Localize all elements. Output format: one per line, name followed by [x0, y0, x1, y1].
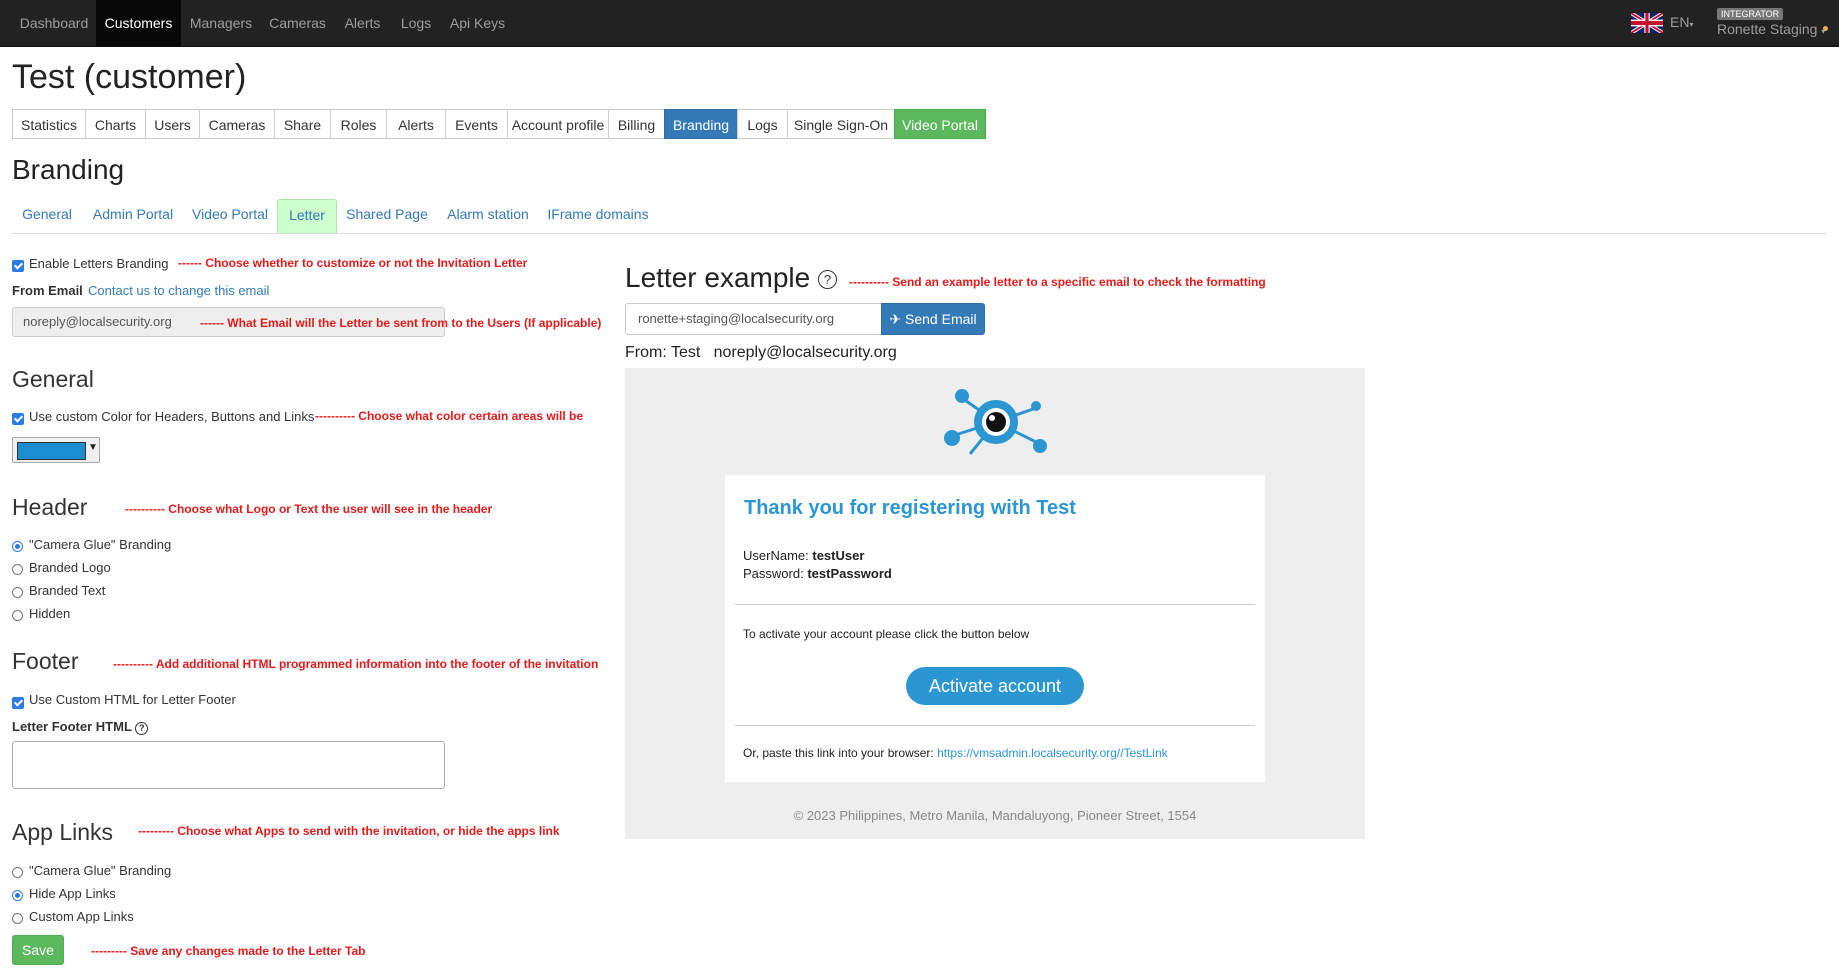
- subtab-shared-page[interactable]: Shared Page: [344, 199, 430, 233]
- color-swatch: [17, 442, 86, 460]
- app-links-note: --------- Choose what Apps to send with …: [138, 824, 560, 838]
- custom-footer-checkbox[interactable]: [12, 697, 24, 709]
- app-links-option-hide: Hide App Links: [29, 886, 116, 901]
- subtab-iframe-domains[interactable]: IFrame domains: [545, 199, 651, 233]
- help-icon[interactable]: ?: [135, 722, 149, 735]
- example-email-input[interactable]: ronette+staging@localsecurity.org: [625, 303, 882, 335]
- nav-logs[interactable]: Logs: [391, 0, 441, 46]
- from-email-label: From Email: [12, 283, 83, 298]
- card-divider: [735, 604, 1255, 605]
- user-menu[interactable]: Ronette Staging ▾: [1717, 21, 1825, 37]
- activation-link[interactable]: https://vmsadmin.localsecurity.org//Test…: [937, 746, 1168, 760]
- tab-cameras[interactable]: Cameras: [199, 109, 275, 139]
- header-radio-branded-text[interactable]: [12, 587, 23, 598]
- nav-cameras[interactable]: Cameras: [261, 0, 334, 46]
- header-option-hidden: Hidden: [29, 606, 71, 621]
- subtab-video-portal[interactable]: Video Portal: [186, 199, 274, 233]
- tab-logs[interactable]: Logs: [737, 109, 788, 139]
- card-divider: [735, 725, 1255, 726]
- tab-billing[interactable]: Billing: [608, 109, 665, 139]
- letter-from-line: From: Test noreply@localsecurity.org: [625, 344, 897, 361]
- role-badge: INTEGRATOR: [1717, 8, 1784, 20]
- tab-share[interactable]: Share: [274, 109, 331, 139]
- help-icon[interactable]: ?: [818, 270, 837, 290]
- branding-title: Branding: [12, 154, 125, 185]
- header-radio-camera-glue[interactable]: [12, 541, 23, 552]
- app-links-option-camera-glue: "Camera Glue" Branding: [29, 863, 172, 878]
- paste-link-line: Or, paste this link into your browser: h…: [743, 746, 1168, 760]
- app-links-option-custom: Custom App Links: [29, 909, 134, 924]
- footer-section-title: Footer: [12, 648, 79, 674]
- dropdown-caret-icon: ▼: [88, 442, 98, 453]
- custom-color-note: ---------- Choose what color certain are…: [315, 409, 584, 423]
- tab-statistics[interactable]: Statistics: [12, 109, 86, 139]
- app-links-radio-hide[interactable]: [12, 890, 23, 901]
- tab-video-portal[interactable]: Video Portal: [894, 109, 986, 139]
- nav-managers[interactable]: Managers: [181, 0, 261, 46]
- send-email-button[interactable]: ✈ Send Email: [881, 303, 985, 335]
- tab-charts[interactable]: Charts: [85, 109, 146, 139]
- general-section-title: General: [12, 366, 94, 392]
- header-option-branded-logo: Branded Logo: [29, 560, 111, 575]
- save-button[interactable]: Save: [12, 935, 64, 965]
- password-line: Password: testPassword: [743, 566, 892, 581]
- status-dot: [1823, 26, 1828, 31]
- save-note: --------- Save any changes made to the L…: [91, 944, 366, 958]
- tab-alerts[interactable]: Alerts: [386, 109, 446, 139]
- custom-color-label: Use custom Color for Headers, Buttons an…: [29, 409, 315, 424]
- caret-down-icon: ▾: [1689, 20, 1694, 29]
- uk-flag-icon[interactable]: [1631, 13, 1663, 33]
- app-links-section-title: App Links: [12, 819, 114, 845]
- subtab-general[interactable]: General: [12, 199, 82, 233]
- language-selector[interactable]: EN▾: [1670, 14, 1693, 30]
- header-option-branded-text: Branded Text: [29, 583, 106, 598]
- page-title: Test (customer): [12, 58, 247, 96]
- app-links-radio-custom[interactable]: [12, 913, 23, 924]
- letter-card-title: Thank you for registering with Test: [744, 497, 1076, 519]
- subtab-alarm-station[interactable]: Alarm station: [443, 199, 533, 233]
- tab-account-profile[interactable]: Account profile: [507, 109, 609, 139]
- subtab-admin-portal[interactable]: Admin Portal: [88, 199, 178, 233]
- tab-single-sign-on[interactable]: Single Sign-On: [787, 109, 895, 139]
- custom-color-checkbox[interactable]: [12, 413, 24, 425]
- letter-card: Thank you for registering with Test User…: [725, 475, 1265, 782]
- header-section-title: Header: [12, 494, 88, 520]
- footer-note: ---------- Add additional HTML programme…: [113, 657, 599, 671]
- header-radio-hidden[interactable]: [12, 610, 23, 621]
- color-picker[interactable]: ▼: [12, 437, 100, 463]
- letter-example-note: ---------- Send an example letter to a s…: [849, 275, 1266, 289]
- activate-account-button[interactable]: Activate account: [906, 667, 1084, 705]
- tab-roles[interactable]: Roles: [330, 109, 387, 139]
- paper-plane-icon: ✈: [889, 311, 902, 327]
- top-navbar: Dashboard Customers Managers Cameras Ale…: [0, 0, 1839, 47]
- subtab-divider: [12, 233, 1827, 234]
- custom-footer-label: Use Custom HTML for Letter Footer: [29, 692, 236, 707]
- enable-letters-label: Enable Letters Branding: [29, 256, 169, 271]
- from-email-note: ------ What Email will the Letter be sen…: [200, 316, 602, 330]
- camera-glue-logo-icon: [944, 389, 1047, 455]
- nav-alerts[interactable]: Alerts: [334, 0, 391, 46]
- header-note: ---------- Choose what Logo or Text the …: [125, 502, 493, 516]
- header-radio-branded-logo[interactable]: [12, 564, 23, 575]
- subtab-letter[interactable]: Letter: [277, 199, 337, 233]
- letter-footer-address: © 2023 Philippines, Metro Manila, Mandal…: [793, 808, 1197, 823]
- username-line: UserName: testUser: [743, 548, 865, 563]
- nav-api-keys[interactable]: Api Keys: [441, 0, 514, 46]
- tab-users[interactable]: Users: [145, 109, 200, 139]
- header-option-camera-glue: "Camera Glue" Branding: [29, 537, 172, 552]
- tab-branding[interactable]: Branding: [664, 109, 738, 139]
- enable-letters-checkbox[interactable]: [12, 260, 24, 272]
- enable-note: ------ Choose whether to customize or no…: [178, 256, 528, 270]
- nav-dashboard[interactable]: Dashboard: [12, 0, 96, 46]
- letter-preview: Thank you for registering with Test User…: [625, 368, 1365, 839]
- letter-example-title: Letter example ?: [625, 262, 837, 294]
- nav-customers[interactable]: Customers: [96, 0, 181, 46]
- footer-html-textarea[interactable]: [12, 741, 445, 789]
- activate-instructions: To activate your account please click th…: [743, 627, 1030, 641]
- letter-footer-html-label: Letter Footer HTML ?: [12, 719, 149, 735]
- app-links-radio-camera-glue[interactable]: [12, 867, 23, 878]
- contact-us-link[interactable]: Contact us to change this email: [88, 283, 269, 298]
- tab-events[interactable]: Events: [445, 109, 508, 139]
